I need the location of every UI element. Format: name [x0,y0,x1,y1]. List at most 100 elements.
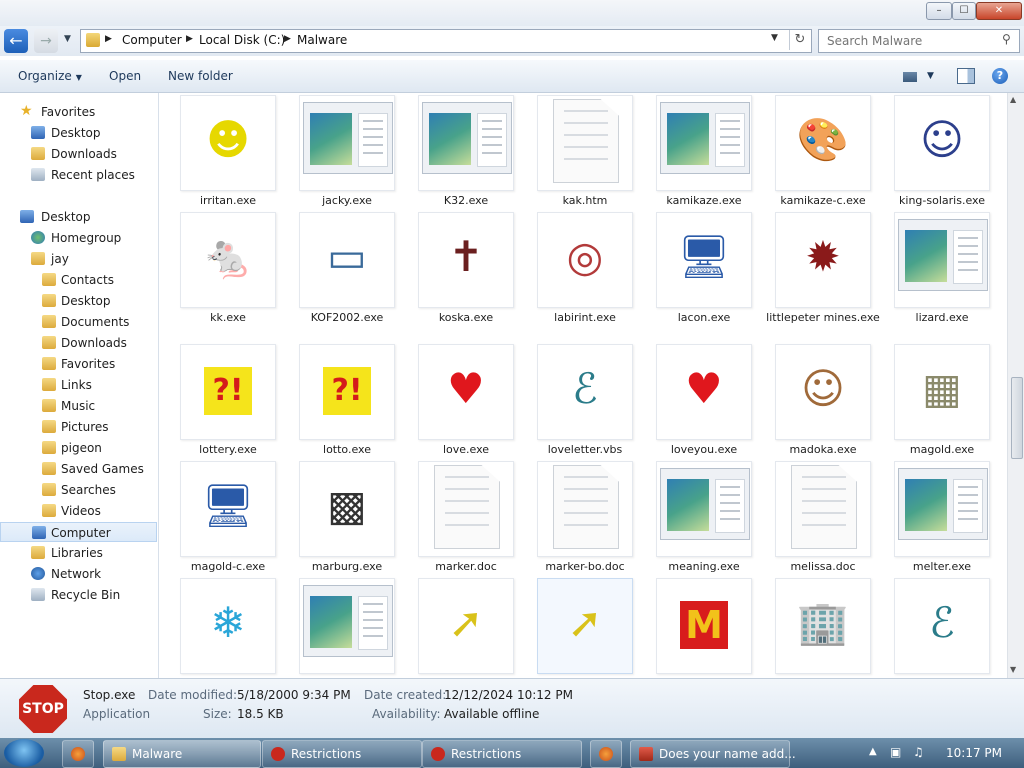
scrollbar-thumb[interactable] [1011,377,1023,459]
address-dropdown-icon[interactable]: ▼ [771,33,778,43]
sidebar-item-user-downloads[interactable]: Downloads [0,333,157,353]
breadcrumb-computer[interactable]: Computer [122,33,182,47]
file-item[interactable]: 🐁 kk.exe [178,212,278,327]
file-item[interactable] [297,578,397,678]
start-button[interactable] [4,739,44,767]
sidebar-item-computer[interactable]: Computer [0,522,157,542]
new-folder-button[interactable]: New folder [168,69,233,83]
sidebar-item-pigeon[interactable]: pigeon [0,438,157,458]
sidebar-item-searches[interactable]: Searches [0,480,157,500]
breadcrumb-malware[interactable]: Malware [297,33,347,47]
file-item[interactable]: 🏢 [773,578,873,678]
file-item[interactable]: marker.doc [416,461,516,576]
sidebar-item-libraries[interactable]: Libraries [0,543,157,563]
chevron-right-icon[interactable]: ▶ [105,34,112,44]
sidebar-item-pictures[interactable]: Pictures [0,417,157,437]
file-item[interactable]: ▩ marburg.exe [297,461,397,576]
file-item[interactable]: ✝ koska.exe [416,212,516,327]
address-bar[interactable]: ▶ Computer ▶ Local Disk (C:) ▶ Malware ▼… [80,29,812,53]
chevron-right-icon[interactable]: ▶ [284,34,291,44]
change-view-icon[interactable] [903,72,917,82]
file-item[interactable]: ☺ madoka.exe [773,344,873,459]
maximize-button[interactable]: ☐ [952,2,976,20]
sidebar-item-fav-desktop[interactable]: Desktop [0,123,157,143]
sidebar-item-user[interactable]: jay [0,249,157,269]
sidebar-item-saved-games[interactable]: Saved Games [0,459,157,479]
sidebar-item-recycle-bin[interactable]: Recycle Bin [0,585,157,605]
file-item[interactable]: ?! lottery.exe [178,344,278,459]
organize-button[interactable]: Organize ▼ [18,69,82,83]
sidebar-item-contacts[interactable]: Contacts [0,270,157,290]
file-item[interactable]: ℰloveletter.vbs [535,344,635,459]
chevron-right-icon[interactable]: ▶ [186,34,193,44]
file-name: madoka.exe [789,443,857,456]
clock[interactable]: 10:17 PM [946,746,1002,760]
network-tray-icon[interactable]: ▣ [890,745,901,759]
file-item[interactable]: kak.htm [535,95,635,210]
close-button[interactable]: ✕ [976,2,1022,20]
file-item[interactable]: ☺ king-solaris.exe [892,95,992,210]
sidebar-item-user-favorites[interactable]: Favorites [0,354,157,374]
firefox-pinned-button-2[interactable] [590,740,622,768]
file-item[interactable]: 🖥 magold-c.exe [178,461,278,576]
sidebar-item-music[interactable]: Music [0,396,157,416]
sidebar-item-documents[interactable]: Documents [0,312,157,332]
file-item[interactable]: melissa.doc [773,461,873,576]
taskbar-item-dialog[interactable]: Does your name add... [630,740,796,768]
sidebar-item-user-desktop[interactable]: Desktop [0,291,157,311]
preview-pane-icon[interactable] [957,68,975,84]
sidebar-item-homegroup[interactable]: Homegroup [0,228,157,248]
volume-muted-icon[interactable]: ♫ [913,745,924,759]
file-item[interactable]: K32.exe [416,95,516,210]
back-button[interactable]: ← [4,29,28,53]
forward-button[interactable]: → [34,29,58,53]
recent-pages-dropdown[interactable]: ▼ [64,34,71,44]
file-item[interactable]: ℰ [892,578,992,678]
file-item[interactable]: 🖥 lacon.exe [654,212,754,327]
file-item[interactable]: ◎ labirint.exe [535,212,635,327]
view-dropdown-icon[interactable]: ▼ [927,71,934,81]
minimize-button[interactable]: – [926,2,952,20]
file-item[interactable]: jacky.exe [297,95,397,210]
sidebar-item-fav-downloads[interactable]: Downloads [0,144,157,164]
file-item[interactable]: ➚ [535,578,635,678]
file-item[interactable]: ❄ [178,578,278,678]
search-icon[interactable]: ⚲ [1002,32,1011,46]
file-item[interactable]: melter.exe [892,461,992,576]
taskbar-item-restrictions-2[interactable]: Restrictions [422,740,582,768]
file-item[interactable]: ☻ irritan.exe [178,95,278,210]
vertical-scrollbar[interactable]: ▲ ▼ [1007,93,1024,678]
scroll-up-icon[interactable]: ▲ [1010,95,1016,104]
scroll-down-icon[interactable]: ▼ [1010,665,1016,674]
file-item[interactable]: ▦ magold.exe [892,344,992,459]
file-item[interactable]: meaning.exe [654,461,754,576]
file-item[interactable]: ➚ [416,578,516,678]
search-input[interactable] [825,33,999,49]
open-button[interactable]: Open [109,69,141,83]
sidebar-item-desktop[interactable]: Desktop [0,207,157,227]
sidebar-item-links[interactable]: Links [0,375,157,395]
file-item[interactable]: marker-bo.doc [535,461,635,576]
file-item[interactable]: M [654,578,754,678]
file-item[interactable]: ♥ loveyou.exe [654,344,754,459]
sidebar-item-recent-places[interactable]: Recent places [0,165,157,185]
taskbar-item-restrictions-1[interactable]: Restrictions [262,740,422,768]
breadcrumb-local-disk[interactable]: Local Disk (C:) [199,33,285,47]
file-item[interactable]: ▭ KOF2002.exe [297,212,397,327]
file-item[interactable]: ✹ littlepeter mines.exe [766,212,880,327]
sidebar-item-favorites[interactable]: ★ Favorites [0,102,157,122]
file-item[interactable]: ?! lotto.exe [297,344,397,459]
sidebar-item-network[interactable]: Network [0,564,157,584]
file-item[interactable]: 🎨 kamikaze-c.exe [773,95,873,210]
sidebar-item-label: Network [51,567,102,581]
refresh-icon[interactable]: ↻ [789,30,810,50]
firefox-pinned-button[interactable] [62,740,94,768]
file-item[interactable]: lizard.exe [892,212,992,327]
sidebar-item-videos[interactable]: Videos [0,501,157,521]
file-item[interactable]: kamikaze.exe [654,95,754,210]
taskbar-item-malware[interactable]: Malware [103,740,261,768]
search-box[interactable]: ⚲ [818,29,1020,53]
help-icon[interactable]: ? [992,68,1008,84]
file-item[interactable]: ♥ love.exe [416,344,516,459]
show-hidden-icons-icon[interactable]: ▲ [869,746,877,757]
